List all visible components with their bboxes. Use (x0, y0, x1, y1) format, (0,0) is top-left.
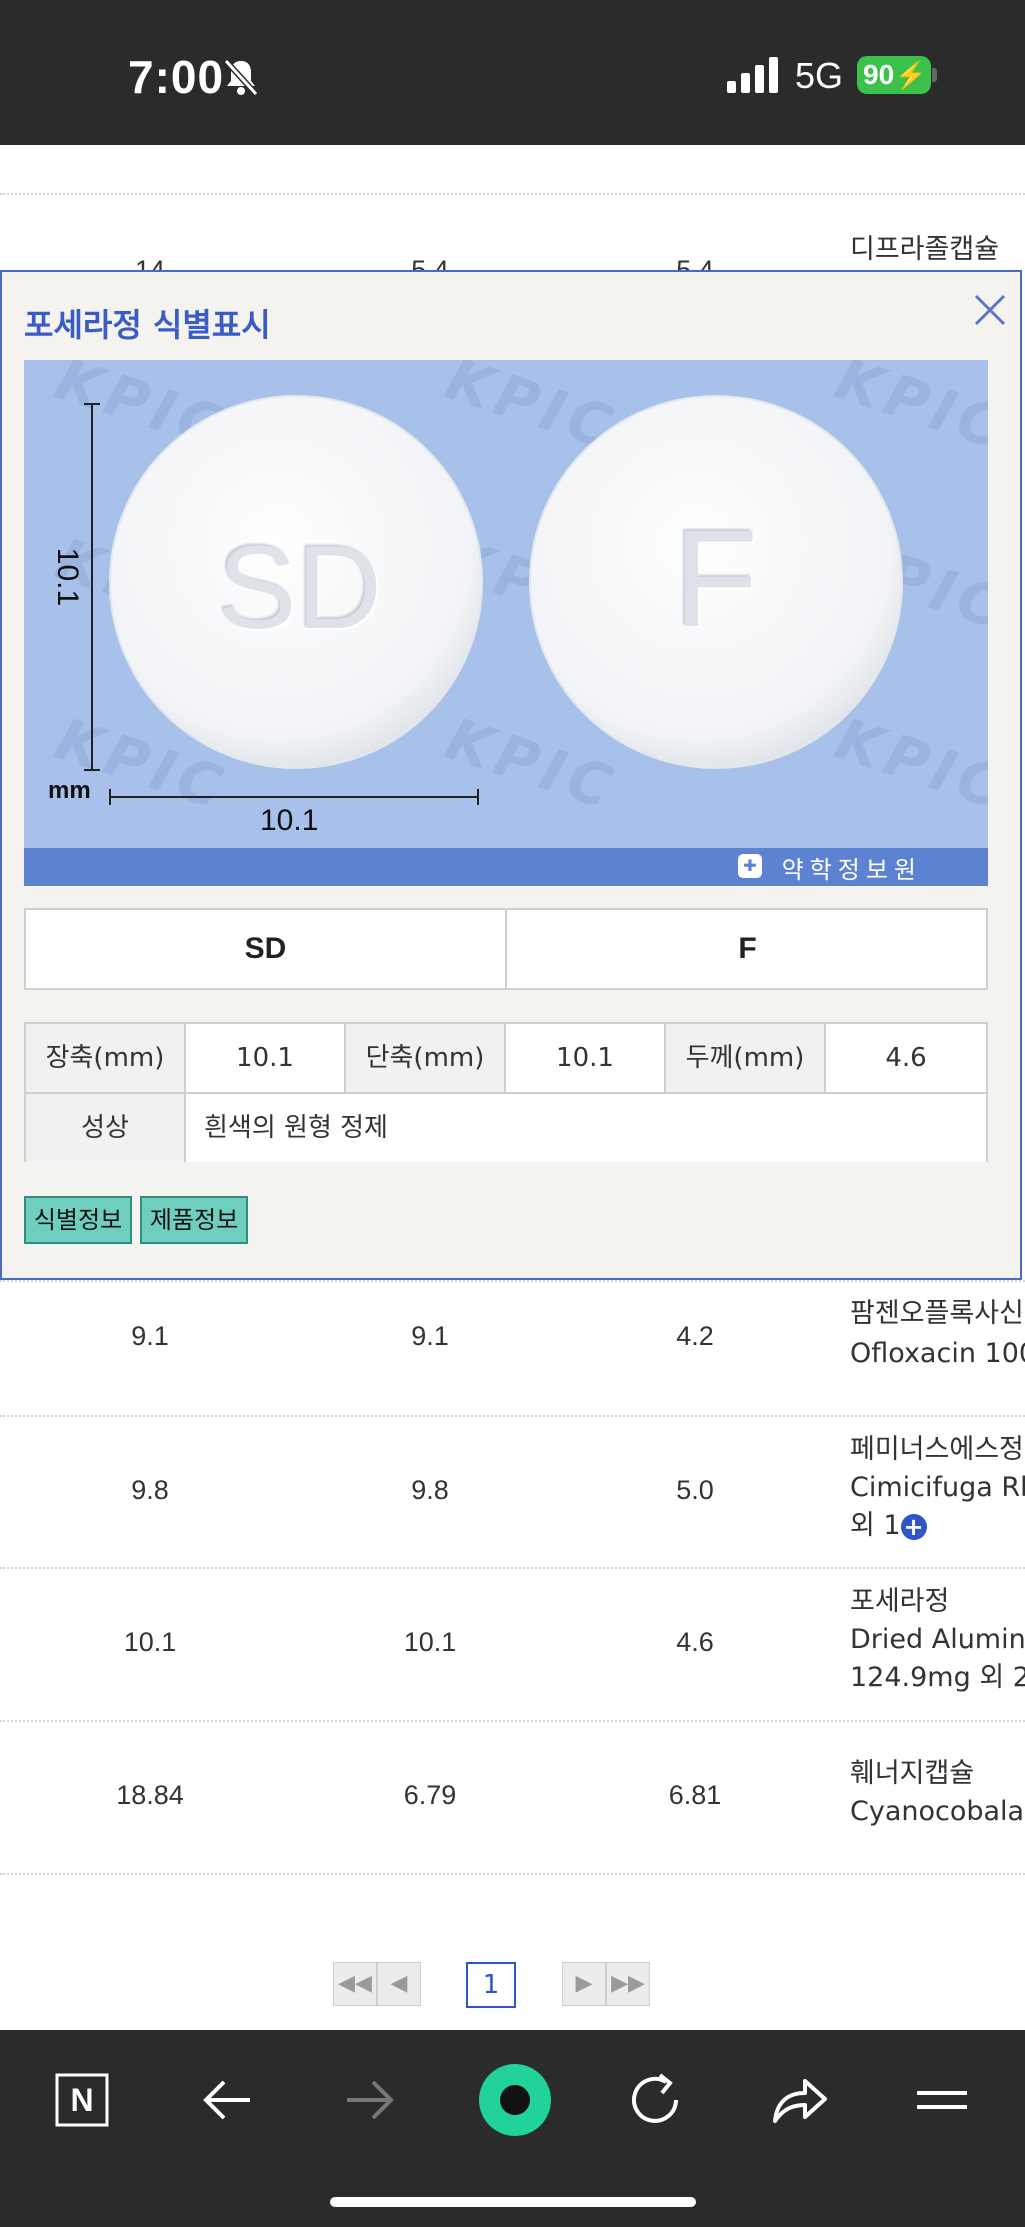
table-divider (0, 1720, 1025, 1722)
cell-length: 9.1 (131, 1321, 169, 1351)
page-number-current[interactable]: 1 (466, 1962, 516, 2008)
product-name[interactable]: 페미너스에스정 (850, 1431, 1024, 1469)
thickness-value: 4.6 (826, 1024, 986, 1092)
product-name[interactable]: 팜젠오플록사신 (850, 1295, 1024, 1333)
menu-icon[interactable] (907, 2065, 977, 2135)
ingredient-text: Ofloxacin 100 (850, 1338, 1025, 1369)
share-icon[interactable] (763, 2065, 833, 2135)
dimension-horizontal-label: 10.1 (260, 804, 319, 837)
tab-product-info[interactable]: 제품정보 (140, 1196, 248, 1244)
table-divider (0, 193, 1025, 195)
battery-cap (932, 68, 937, 82)
plus-icon[interactable]: + (900, 1513, 927, 1540)
pill-identification-modal: 포세라정 식별표시 KPIC KPIC KPIC KPIC KPIC KPIC … (0, 270, 1022, 1280)
long-axis-label: 장축(mm) (26, 1024, 186, 1092)
svg-text:N: N (70, 2082, 93, 2118)
home-indicator[interactable] (330, 2197, 696, 2207)
first-page-button[interactable]: ◀◀ (333, 1962, 377, 2006)
image-source-label: 약학정보원 (781, 856, 922, 884)
battery-level: 90 (863, 59, 895, 90)
cell-length: 9.8 (131, 1475, 169, 1505)
table-divider (0, 1280, 1025, 1282)
pill-image: KPIC KPIC KPIC KPIC KPIC KPIC KPIC KPIC … (24, 360, 988, 886)
imprint-back: F (738, 932, 757, 965)
short-axis-label: 단축(mm) (346, 1024, 506, 1092)
next-page-button[interactable]: ▶ (562, 1962, 606, 2006)
ingredient-text: Dried Aluminum (850, 1624, 1025, 1655)
cell-width: 9.1 (411, 1321, 449, 1351)
size-table: 장축(mm) 10.1 단축(mm) 10.1 두께(mm) 4.6 성상 흰색… (24, 1022, 988, 1162)
table-divider (0, 1873, 1025, 1875)
browser-toolbar: N (0, 2030, 1025, 2227)
cell-thickness: 6.81 (668, 1780, 722, 1810)
bell-muted-icon (223, 58, 259, 97)
dimension-vertical-label: 10.1 (51, 547, 85, 607)
cell-width: 10.1 (403, 1627, 457, 1657)
network-type: 5G (795, 55, 844, 96)
status-time: 7:00 (128, 51, 225, 103)
ingredient-extra: 124.9mg 외 2+ (850, 1659, 1025, 1697)
refresh-icon[interactable] (620, 2065, 690, 2135)
extra-count: 외 1 (850, 1510, 901, 1541)
modal-title: 포세라정 식별표시 (24, 306, 271, 344)
long-axis-value: 10.1 (186, 1024, 346, 1092)
image-footer: ✚ 약학정보원 (24, 848, 988, 886)
last-page-button[interactable]: ▶▶ (606, 1962, 650, 2006)
ingredient-text: Cimicifuga Rhiz (850, 1472, 1025, 1503)
pagination: ◀◀ ◀ 1 ▶ ▶▶ (0, 1962, 1025, 2008)
battery-icon: 90 ⚡ (857, 56, 931, 94)
pill-drawing (84, 395, 903, 805)
short-axis-value: 10.1 (506, 1024, 666, 1092)
green-dot-icon[interactable] (475, 2060, 555, 2140)
unit-label: mm (48, 777, 91, 804)
pill-front-imprint: SD (218, 522, 382, 654)
tab-identification-info[interactable]: 식별정보 (24, 1196, 132, 1244)
close-icon[interactable] (970, 290, 1010, 330)
kpic-logo-icon: ✚ (738, 854, 762, 878)
cell-thickness: 4.6 (676, 1627, 714, 1657)
ingredient-extra: 외 1 + (850, 1507, 927, 1545)
ingredient-text: Cyanocobalam (850, 1796, 1025, 1827)
imprint-front: SD (26, 910, 507, 988)
table-divider (0, 1415, 1025, 1417)
back-arrow-icon[interactable] (192, 2065, 262, 2135)
extra-count: 124.9mg 외 2 (850, 1662, 1025, 1693)
shape-label: 성상 (26, 1094, 186, 1162)
naver-home-icon[interactable]: N (47, 2065, 117, 2135)
thickness-label: 두께(mm) (666, 1024, 826, 1092)
cell-thickness: 4.2 (676, 1321, 714, 1351)
table-divider (0, 1567, 1025, 1569)
signal-icon (727, 57, 778, 93)
product-name[interactable]: 포세라정 (850, 1583, 949, 1621)
status-bar: 7:00 5G 90 ⚡ (0, 0, 1025, 145)
shape-value: 흰색의 원형 정제 (186, 1094, 986, 1162)
product-name[interactable]: 디프라졸캡슐 (850, 231, 999, 269)
charging-icon: ⚡ (894, 60, 927, 90)
cell-width: 9.8 (411, 1475, 449, 1505)
cell-length: 18.84 (116, 1780, 184, 1810)
cell-length: 10.1 (123, 1627, 177, 1657)
forward-arrow-icon[interactable] (335, 2065, 405, 2135)
product-name[interactable]: 훼너지캡슐 (850, 1755, 974, 1793)
imprint-table: SD F (24, 908, 988, 990)
cell-thickness: 5.0 (676, 1475, 714, 1505)
prev-page-button[interactable]: ◀ (377, 1962, 421, 2006)
cell-width: 6.79 (403, 1780, 457, 1810)
pill-back-imprint: F (673, 502, 759, 656)
